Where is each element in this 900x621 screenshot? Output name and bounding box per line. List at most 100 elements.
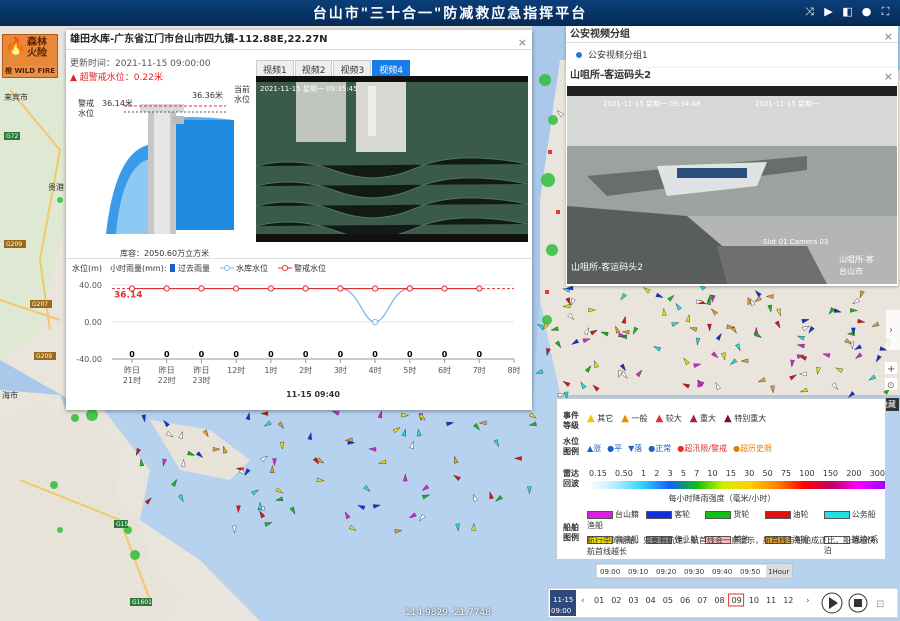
warning-point[interactable] xyxy=(337,285,344,292)
camera-timestamp: 2021-11-15 星期一 xyxy=(755,100,819,108)
lock-icon[interactable]: ⊡ xyxy=(876,599,884,610)
warning-point[interactable] xyxy=(233,285,240,292)
water-legend-item: ●超历史限 xyxy=(732,444,772,453)
warning-point[interactable] xyxy=(198,285,205,292)
road-shield: G209 xyxy=(36,353,52,360)
x-tick: 8时 xyxy=(507,365,520,375)
radio-icon xyxy=(576,51,582,58)
fire-en: WILD FIRE xyxy=(14,67,56,75)
timeline-tick[interactable]: 09:30 xyxy=(684,568,704,576)
x-tick: 21时 xyxy=(123,375,141,385)
fire-label: 火险 xyxy=(27,48,47,59)
timeline-tick[interactable]: 09:20 xyxy=(656,568,676,576)
radar-tick: 150 xyxy=(822,469,839,478)
reservoir-video[interactable]: 2021-11-15 星期一 09:35:45 xyxy=(256,76,528,242)
police-group-label: 公安视频分组1 xyxy=(588,51,648,61)
ship-swatch xyxy=(646,510,673,519)
rain-value: 0 xyxy=(372,350,378,359)
warning-point[interactable] xyxy=(128,285,136,292)
water-legend-item: ●超汛限/警戒 xyxy=(677,444,727,453)
police-group-item[interactable]: 公安视频分组1 xyxy=(566,43,898,66)
fire-risk-badge[interactable]: 🔥 森林 火险 橙 WILD FIRE xyxy=(2,34,58,78)
timeline-tick[interactable]: 09:40 xyxy=(712,568,732,576)
timeline[interactable]: 09:00 09:10 09:20 09:30 09:40 09:50 1Hour 11-1… xyxy=(548,562,898,620)
top-bar: 台山市"三十合一"防减救应急指挥平台 ⤨ ▶ ◧ ● ⛶ xyxy=(0,0,900,26)
hour-tick[interactable]: 10 xyxy=(749,596,759,605)
radar-tick: 0.50 xyxy=(615,469,633,478)
legend-reservoir: 水库水位 xyxy=(236,263,268,273)
ship-swatch xyxy=(823,510,850,519)
radar-tick: 2 xyxy=(654,469,660,478)
water-legend-item: ●正常 xyxy=(648,444,672,453)
warning-point[interactable] xyxy=(302,285,309,292)
camera-timestamp: 2021-11-15 星期一 09:34:48 xyxy=(603,100,701,108)
event-level-4: ▲ 特别重大 xyxy=(724,413,767,424)
fullscreen-icon[interactable]: ⛶ xyxy=(879,5,892,18)
road-shield: G207 xyxy=(32,301,48,308)
ship-legend-item: 公务船 xyxy=(823,509,883,531)
rain-value: 0 xyxy=(442,350,448,359)
radar-tick: 100 xyxy=(799,469,815,478)
warning-point[interactable] xyxy=(476,285,483,292)
video-timestamp: 2021-11-15 星期一 09:35:45 xyxy=(260,85,358,93)
video-icon[interactable]: ▶ xyxy=(822,5,835,18)
hour-tick[interactable]: 02 xyxy=(611,596,621,605)
pin-icon[interactable]: ● xyxy=(860,5,873,18)
radar-tick: 200 xyxy=(846,469,862,478)
rain-value: 0 xyxy=(233,350,239,359)
event-level-1: ▲ 一般 xyxy=(621,413,648,424)
radar-tick: 5 xyxy=(680,469,686,478)
warning-point[interactable] xyxy=(163,285,170,292)
radar-tick: 75 xyxy=(780,469,792,478)
rain-value: 0 xyxy=(476,350,482,359)
rain-value: 0 xyxy=(303,350,309,359)
hour-tick[interactable]: 06 xyxy=(680,596,690,605)
x-tick: 6时 xyxy=(438,365,451,375)
hour-tick[interactable]: 07 xyxy=(697,596,707,605)
timeline-tick[interactable]: 1Hour xyxy=(768,568,789,576)
next-icon[interactable]: › xyxy=(806,596,810,606)
fire-icon: 🔥 xyxy=(5,37,27,57)
camera-feed[interactable]: 2021-11-15 星期一 09:34:48 2021-11-15 星期一 S… xyxy=(567,86,897,284)
svg-text:⊙: ⊙ xyxy=(887,381,895,391)
timeline-tick[interactable]: 09:00 xyxy=(600,568,620,576)
share-icon[interactable]: ⤨ xyxy=(803,5,816,18)
ship-legend-item: 台山籍渔船 xyxy=(587,510,639,530)
hour-tick[interactable]: 01 xyxy=(594,596,604,605)
current-value: 36.36米 xyxy=(192,90,223,100)
hour-tick[interactable]: 11 xyxy=(766,596,776,605)
radar-tick: 30 xyxy=(744,469,755,478)
x-tick: 2时 xyxy=(299,365,312,375)
x-tick: 23时 xyxy=(192,375,210,385)
svg-text:+: + xyxy=(887,364,895,375)
close-icon[interactable]: × xyxy=(518,33,527,53)
warning-point[interactable] xyxy=(441,285,448,292)
close-icon[interactable]: × xyxy=(884,28,893,45)
reservoir-point[interactable] xyxy=(371,318,379,326)
hour-tick[interactable]: 03 xyxy=(628,596,638,605)
reservoir-title: 雄田水库-广东省江门市台山市四九镇-112.88E,22.27N xyxy=(70,34,328,45)
close-icon[interactable]: × xyxy=(884,69,893,85)
hour-tick[interactable]: 04 xyxy=(646,596,656,605)
timeline-tick[interactable]: 09:50 xyxy=(740,568,760,576)
warn-label: 水位 xyxy=(78,108,94,118)
radar-caption: 每小时降雨强度（毫米/小时） xyxy=(668,494,776,503)
coordinate-readout: 114.9829, 21.7748 xyxy=(405,608,491,618)
event-level-2: ▲ 较大 xyxy=(655,413,682,424)
layers-icon[interactable]: ◧ xyxy=(841,5,854,18)
warning-point[interactable] xyxy=(267,285,275,292)
hour-tick[interactable]: 12 xyxy=(783,596,793,605)
radar-tick: 7 xyxy=(694,469,700,478)
stop-icon[interactable] xyxy=(854,599,862,607)
prev-icon[interactable]: ‹ xyxy=(581,596,585,606)
ship-legend-item: 客轮 xyxy=(646,509,705,531)
svg-text:›: › xyxy=(889,325,893,336)
warning-point[interactable] xyxy=(371,285,379,292)
hour-tick[interactable]: 09 xyxy=(732,596,742,605)
police-video-panel: 公安视频分组 × 公安视频分组1 xyxy=(566,26,898,70)
timeline-tick[interactable]: 09:10 xyxy=(628,568,648,576)
hour-tick[interactable]: 05 xyxy=(663,596,673,605)
x-axis-label: 11-15 09:40 xyxy=(286,390,340,399)
warning-point[interactable] xyxy=(406,285,413,292)
hour-tick[interactable]: 08 xyxy=(714,596,724,605)
